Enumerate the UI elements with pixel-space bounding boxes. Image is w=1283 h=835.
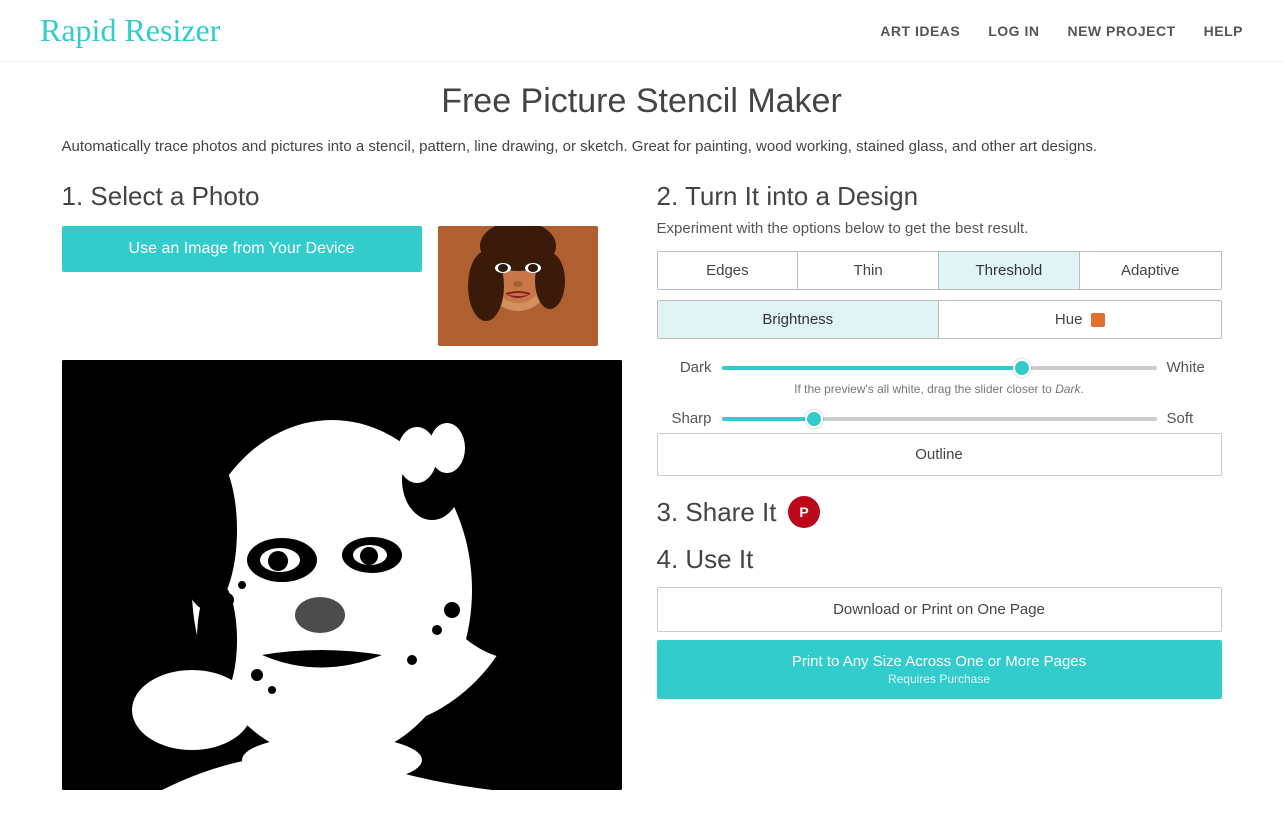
stencil-svg bbox=[62, 360, 622, 790]
sub-tab-hue[interactable]: Hue bbox=[939, 301, 1221, 338]
nav-login[interactable]: LOG IN bbox=[988, 23, 1039, 39]
sharp-label-sharp: Sharp bbox=[657, 410, 712, 427]
section2-heading: 2. Turn It into a Design bbox=[657, 181, 1222, 212]
svg-text:P: P bbox=[800, 504, 809, 520]
brightness-slider[interactable] bbox=[722, 366, 1157, 370]
sharpness-slider[interactable] bbox=[722, 417, 1157, 421]
brightness-hint: If the preview's all white, drag the sli… bbox=[657, 382, 1222, 396]
logo[interactable]: Rapid Resizer bbox=[40, 12, 220, 49]
sharp-slider-row: Sharp Soft bbox=[657, 410, 1222, 427]
original-photo-svg bbox=[438, 226, 598, 346]
stencil-preview bbox=[62, 360, 622, 790]
print-pages-button[interactable]: Print to Any Size Across One or More Pag… bbox=[657, 640, 1222, 699]
right-column: 2. Turn It into a Design Experiment with… bbox=[657, 181, 1222, 790]
hue-label: Hue bbox=[1055, 311, 1083, 328]
nav-art-ideas[interactable]: ART IDEAS bbox=[880, 23, 960, 39]
sharp-label-soft: Soft bbox=[1167, 410, 1222, 427]
navbar: Rapid Resizer ART IDEAS LOG IN NEW PROJE… bbox=[0, 0, 1283, 62]
brightness-slider-row: Dark White bbox=[657, 359, 1222, 376]
tab-thin[interactable]: Thin bbox=[798, 252, 939, 289]
brightness-label-dark: Dark bbox=[657, 359, 712, 376]
share-section: 3. Share It P bbox=[657, 496, 1222, 528]
main-container: Free Picture Stencil Maker Automatically… bbox=[22, 62, 1262, 810]
design-tab-group: Edges Thin Threshold Adaptive bbox=[657, 251, 1222, 290]
print-btn-label: Print to Any Size Across One or More Pag… bbox=[792, 653, 1086, 670]
outline-button[interactable]: Outline bbox=[657, 433, 1222, 476]
sub-tab-group: Brightness Hue bbox=[657, 300, 1222, 339]
left-column: 1. Select a Photo Use an Image from Your… bbox=[62, 181, 627, 790]
sub-tab-brightness[interactable]: Brightness bbox=[658, 301, 940, 338]
page-title: Free Picture Stencil Maker bbox=[62, 82, 1222, 121]
tab-threshold[interactable]: Threshold bbox=[939, 252, 1080, 289]
two-column-layout: 1. Select a Photo Use an Image from Your… bbox=[62, 181, 1222, 790]
brightness-hint-em: Dark bbox=[1055, 382, 1080, 396]
tab-edges[interactable]: Edges bbox=[658, 252, 799, 289]
hue-color-swatch bbox=[1091, 313, 1105, 327]
nav-help[interactable]: HELP bbox=[1204, 23, 1243, 39]
nav-links: ART IDEAS LOG IN NEW PROJECT HELP bbox=[880, 23, 1243, 39]
page-subtitle: Automatically trace photos and pictures … bbox=[62, 135, 1222, 159]
original-photo-thumbnail bbox=[438, 226, 598, 346]
section1-heading: 1. Select a Photo bbox=[62, 181, 627, 212]
download-print-button[interactable]: Download or Print on One Page bbox=[657, 587, 1222, 632]
tab-adaptive[interactable]: Adaptive bbox=[1080, 252, 1221, 289]
experiment-text: Experiment with the options below to get… bbox=[657, 220, 1222, 237]
pinterest-button[interactable]: P bbox=[788, 496, 820, 528]
print-sub-label: Requires Purchase bbox=[657, 672, 1222, 686]
upload-button[interactable]: Use an Image from Your Device bbox=[62, 226, 422, 272]
section3-heading: 3. Share It bbox=[657, 497, 777, 528]
section4-heading: 4. Use It bbox=[657, 544, 1222, 575]
nav-new-project[interactable]: NEW PROJECT bbox=[1067, 23, 1175, 39]
brightness-label-white: White bbox=[1167, 359, 1222, 376]
